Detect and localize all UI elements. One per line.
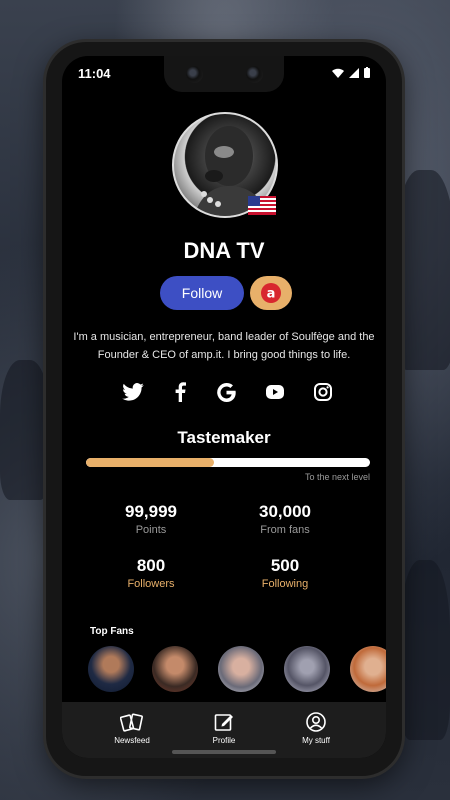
svg-text:a: a <box>267 287 276 302</box>
stat-points: 99,999 Points <box>86 502 216 536</box>
points-label: Points <box>135 524 167 536</box>
profile-avatar-wrap <box>172 112 278 218</box>
following-value: 500 <box>270 556 300 575</box>
follow-button[interactable]: Follow <box>160 276 244 310</box>
app-screen: 11:04 DNA TV Follow a I'm a musician, en… <box>62 56 386 758</box>
status-bar: 11:04 <box>78 64 370 84</box>
next-level-caption: To the next level <box>304 472 370 482</box>
signal-icon <box>349 67 359 78</box>
google-icon[interactable] <box>216 382 236 402</box>
followers-label: Followers <box>127 578 175 590</box>
top-fan-avatar[interactable] <box>350 646 386 692</box>
twitter-icon[interactable] <box>122 383 144 401</box>
level-progress-bar <box>86 458 370 467</box>
us-flag-icon <box>248 196 276 215</box>
youtube-icon[interactable] <box>265 385 284 399</box>
top-fan-avatar[interactable] <box>218 646 264 692</box>
profile-bio: I'm a musician, entrepreneur, band leade… <box>73 331 375 361</box>
home-indicator <box>172 750 276 754</box>
stat-from-fans: 30,000 From fans <box>220 502 350 536</box>
from-fans-value: 30,000 <box>259 502 311 521</box>
nav-my-stuff-label: My stuff <box>302 736 330 745</box>
edit-icon <box>214 714 233 731</box>
instagram-icon[interactable] <box>314 383 332 401</box>
level-title: Tastemaker <box>177 428 271 447</box>
from-fans-label: From fans <box>260 524 310 536</box>
user-circle-icon <box>306 712 326 732</box>
battery-icon <box>364 67 370 78</box>
stat-following[interactable]: 500 Following <box>220 556 350 590</box>
status-icons <box>332 67 370 78</box>
top-fan-avatar[interactable] <box>284 646 330 692</box>
status-time: 11:04 <box>78 66 111 81</box>
followers-value: 800 <box>136 556 166 575</box>
level-progress-fill <box>86 458 214 467</box>
facebook-icon[interactable] <box>174 382 187 402</box>
nav-newsfeed[interactable]: Newsfeed <box>106 702 158 758</box>
wifi-icon <box>332 68 344 78</box>
amp-logo-icon: a <box>261 283 281 303</box>
background-hand <box>395 170 450 370</box>
nav-profile-label: Profile <box>212 736 236 745</box>
nav-my-stuff[interactable]: My stuff <box>290 702 342 758</box>
nav-newsfeed-label: Newsfeed <box>114 736 150 745</box>
top-fan-avatar[interactable] <box>88 646 134 692</box>
points-value: 99,999 <box>125 502 177 521</box>
following-label: Following <box>261 578 309 590</box>
amp-button[interactable]: a <box>250 276 292 310</box>
top-fan-avatar[interactable] <box>152 646 198 692</box>
top-fans-title: Top Fans <box>90 626 134 637</box>
background-hand <box>0 360 50 500</box>
background-hand <box>400 560 450 740</box>
phone-frame: 11:04 DNA TV Follow a I'm a musician, en… <box>46 42 402 776</box>
profile-name: DNA TV <box>183 238 265 263</box>
cards-icon <box>120 713 143 732</box>
social-links <box>122 382 332 402</box>
stat-followers[interactable]: 800 Followers <box>86 556 216 590</box>
